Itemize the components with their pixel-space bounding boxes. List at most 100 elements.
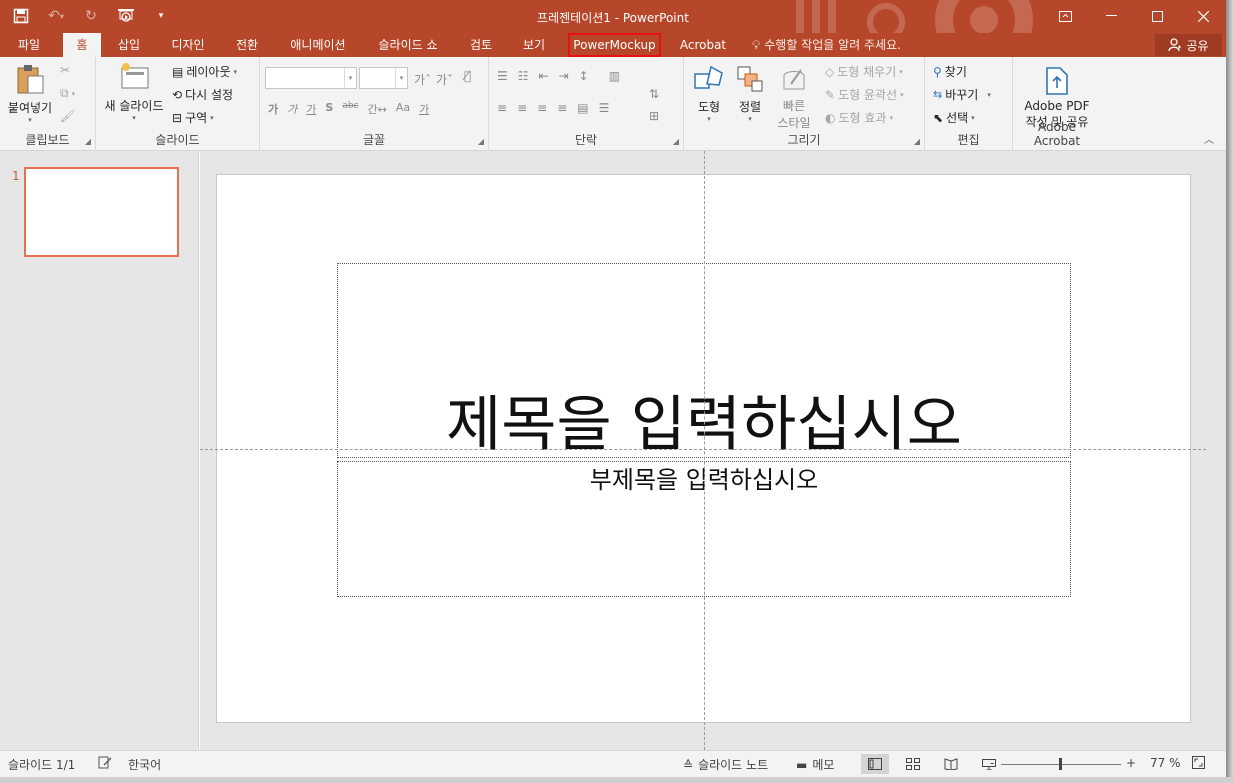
select-label: 선택 <box>946 111 969 125</box>
increase-font-icon[interactable]: 가ˆ <box>414 71 431 88</box>
layout-button[interactable]: ▤ 레이아웃 ▾ <box>172 63 237 80</box>
find-button[interactable]: ⚲ 찾기 <box>933 63 967 80</box>
tab-transitions[interactable]: 전환 <box>226 33 268 57</box>
shapes-button[interactable]: 도형 ▾ <box>688 63 730 123</box>
align-center-icon[interactable]: ≡ <box>517 101 527 115</box>
shape-fill-button[interactable]: ◇ 도형 채우기 ▾ <box>825 63 903 80</box>
group-label-paragraph: 단락 <box>574 133 598 147</box>
group-label-editing: 편집 <box>957 133 980 147</box>
new-slide-icon <box>118 61 150 93</box>
char-spacing-icon[interactable]: 간↔ <box>368 101 387 117</box>
reset-label: 다시 설정 <box>185 88 234 102</box>
columns-icon[interactable]: ▥ <box>609 69 620 83</box>
decrease-indent-icon[interactable]: ⇤ <box>539 69 549 83</box>
zoom-level[interactable]: 77 % <box>1150 756 1181 770</box>
spelling-icon[interactable] <box>98 756 112 769</box>
strikethrough-icon[interactable]: abc <box>342 101 358 117</box>
tab-powermockup[interactable]: PowerMockup <box>568 33 661 57</box>
tab-acrobat[interactable]: Acrobat <box>672 33 734 57</box>
font-size-dropdown-icon: ▾ <box>395 68 407 88</box>
paragraph-launcher-icon[interactable]: ◢ <box>673 137 679 146</box>
column-layout-icon[interactable]: ☰ <box>599 101 610 115</box>
clear-formatting-icon[interactable]: 가̸ <box>464 69 471 83</box>
align-right-icon[interactable]: ≡ <box>537 101 547 115</box>
drawing-launcher-icon[interactable]: ◢ <box>914 137 920 146</box>
minimize-icon[interactable] <box>1088 0 1134 32</box>
vertical-guide[interactable] <box>704 151 705 750</box>
close-icon[interactable] <box>1180 0 1226 32</box>
shapes-icon <box>693 63 725 95</box>
bold-icon[interactable]: 가 <box>268 101 278 117</box>
font-size-combo[interactable]: ▾ <box>359 67 408 89</box>
comments-button[interactable]: ▬ 메모 <box>796 756 834 773</box>
person-icon <box>1168 38 1182 52</box>
justify-icon[interactable]: ≡ <box>557 101 567 115</box>
ribbon-display-icon[interactable] <box>1042 0 1088 32</box>
font-name-combo[interactable]: ▾ <box>265 67 357 89</box>
tell-me-box[interactable]: 💡︎ 수행할 작업을 알려 주세요. <box>752 33 901 57</box>
tab-home[interactable]: 홈 <box>63 33 101 57</box>
tab-file[interactable]: 파일 <box>6 33 52 57</box>
tab-animations[interactable]: 애니메이션 <box>278 33 358 57</box>
decrease-font-icon[interactable]: 가ˇ <box>436 71 453 88</box>
text-direction-icon[interactable]: ⇅ <box>649 87 659 101</box>
numbering-icon[interactable]: ☷ <box>518 69 529 83</box>
clipboard-launcher-icon[interactable]: ◢ <box>85 137 91 146</box>
format-painter-icon[interactable]: 🖌︎ <box>60 109 75 123</box>
distribute-icon[interactable]: ▤ <box>577 101 588 115</box>
normal-view-icon[interactable] <box>861 754 889 774</box>
share-button[interactable]: 공유 <box>1155 34 1222 56</box>
tab-review[interactable]: 검토 <box>460 33 502 57</box>
new-slide-label: 새 슬라이드 <box>104 99 164 113</box>
font-launcher-icon[interactable]: ◢ <box>478 137 484 146</box>
language-indicator[interactable]: 한국어 <box>128 756 161 773</box>
tab-view[interactable]: 보기 <box>512 33 556 57</box>
reset-button[interactable]: ⟲ 다시 설정 <box>172 86 233 103</box>
reading-view-icon[interactable] <box>937 754 965 774</box>
slide-thumbnail[interactable] <box>24 167 179 257</box>
tab-design[interactable]: 디자인 <box>160 33 216 57</box>
zoom-slider-thumb[interactable] <box>1059 758 1062 770</box>
tab-insert[interactable]: 삽입 <box>108 33 150 57</box>
italic-icon[interactable]: 가 <box>287 101 297 117</box>
select-button[interactable]: ⬉ 선택 ▾ <box>933 109 975 126</box>
font-color-icon[interactable]: 가 <box>419 101 429 117</box>
change-case-icon[interactable]: Aa <box>396 101 410 117</box>
bullets-icon[interactable]: ☰ <box>497 69 508 83</box>
quick-styles-icon <box>778 63 810 95</box>
slide-sorter-icon[interactable] <box>899 754 927 774</box>
group-label-clipboard: 클립보드 <box>25 133 70 147</box>
lightbulb-icon: 💡︎ <box>752 38 761 52</box>
cut-icon[interactable]: ✂ <box>60 63 70 77</box>
copy-icon[interactable]: ⧉ ▾ <box>60 86 75 101</box>
slideshow-view-icon[interactable] <box>975 754 1003 774</box>
paste-button[interactable]: 붙여넣기 ▾ <box>4 63 56 124</box>
section-icon: ⊟ <box>172 110 183 125</box>
slide-editor: 제목을 입력하십시오 부제목을 입력하십시오 <box>200 151 1226 750</box>
fit-to-window-icon[interactable] <box>1192 756 1205 769</box>
underline-icon[interactable]: 가 <box>306 101 316 117</box>
shape-effects-button[interactable]: ◐ 도형 효과 ▾ <box>825 109 893 126</box>
section-button[interactable]: ⊟ 구역 ▾ <box>172 109 214 126</box>
new-slide-button[interactable]: 새 슬라이드 ▾ <box>102 61 166 122</box>
align-left-icon[interactable]: ≡ <box>497 101 507 115</box>
maximize-icon[interactable] <box>1134 0 1180 32</box>
notes-button[interactable]: ≙ 슬라이드 노트 <box>683 756 768 773</box>
zoom-in-button[interactable]: + <box>1126 756 1136 770</box>
tab-slideshow[interactable]: 슬라이드 쇼 <box>366 33 450 57</box>
shadow-icon[interactable]: S <box>325 101 333 117</box>
shape-outline-button[interactable]: ✎ 도형 윤곽선 ▾ <box>825 86 904 103</box>
replace-button[interactable]: ⇆ 바꾸기 ▾ <box>933 86 991 103</box>
reset-icon: ⟲ <box>172 87 183 102</box>
collapse-ribbon-icon[interactable]: ︿ <box>1204 131 1214 146</box>
horizontal-guide[interactable] <box>200 449 1206 450</box>
smartart-icon[interactable]: ⊞ <box>649 109 659 123</box>
line-spacing-icon[interactable]: ↕ <box>579 69 589 83</box>
group-slides: 새 슬라이드 ▾ ▤ 레이아웃 ▾ ⟲ 다시 설정 ⊟ 구역 ▾ 슬라이드 <box>96 57 260 151</box>
zoom-out-button[interactable]: - <box>990 756 994 770</box>
quick-styles-label-1: 빠른 <box>782 99 806 113</box>
increase-indent-icon[interactable]: ⇥ <box>559 69 569 83</box>
comment-icon: ▬ <box>796 757 808 772</box>
quick-styles-button[interactable]: 빠른 스타일 <box>770 63 818 131</box>
arrange-button[interactable]: 정렬 ▾ <box>730 63 770 123</box>
